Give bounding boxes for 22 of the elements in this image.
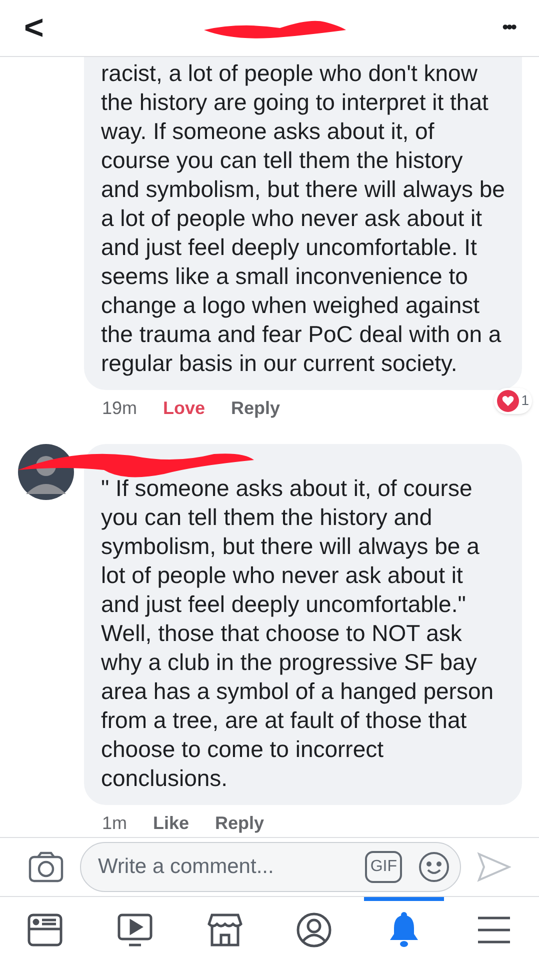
comment-field[interactable]: Write a comment... GIF [80, 842, 461, 892]
reaction-link[interactable]: Like [153, 810, 190, 837]
reaction-link[interactable]: Love [163, 394, 206, 422]
comment-text: " If someone asks about it, of course you can tell them the history and symbolism, but there will always be a lot of people who never ask about it and just feel deeply uncomfortable." Well, those that choose to NOT ask why a club in the progressive SF bay area has a symbol of a hanged person from a tree, are at fault of those that choose to come to incorrect conclusions. [101, 474, 495, 793]
video-icon[interactable] [116, 913, 153, 948]
gif-button[interactable]: GIF [365, 850, 402, 883]
reply-link[interactable]: Reply [231, 394, 280, 422]
comment-text: racist, a lot of people who don't know the history are going to interpret it that way. If someone asks about it, of course you can tell them the history and symbolism, but there will always be a lot of people who never ask about it and just feel deeply uncomfortable. It seems like a small inconvenience to change a logo when weighed against the trauma and fear PoC deal with on a regular basis in our current society. [101, 58, 505, 378]
smiley-icon[interactable] [418, 850, 450, 883]
reply-link[interactable]: Reply [215, 810, 264, 837]
news-feed-icon[interactable] [26, 913, 63, 948]
comment-placeholder: Write a comment... [98, 854, 275, 880]
reaction-badge[interactable]: 1 [494, 388, 532, 414]
shop-icon[interactable] [206, 913, 243, 948]
back-button[interactable]: < [24, 10, 44, 45]
reaction-count: 1 [521, 391, 529, 410]
more-button[interactable]: ••• [502, 14, 515, 42]
comment-time: 19m [102, 396, 138, 420]
profile-icon[interactable] [296, 912, 332, 948]
comment-time: 1m [102, 812, 128, 835]
camera-icon[interactable] [28, 850, 64, 883]
menu-icon[interactable] [476, 915, 512, 946]
